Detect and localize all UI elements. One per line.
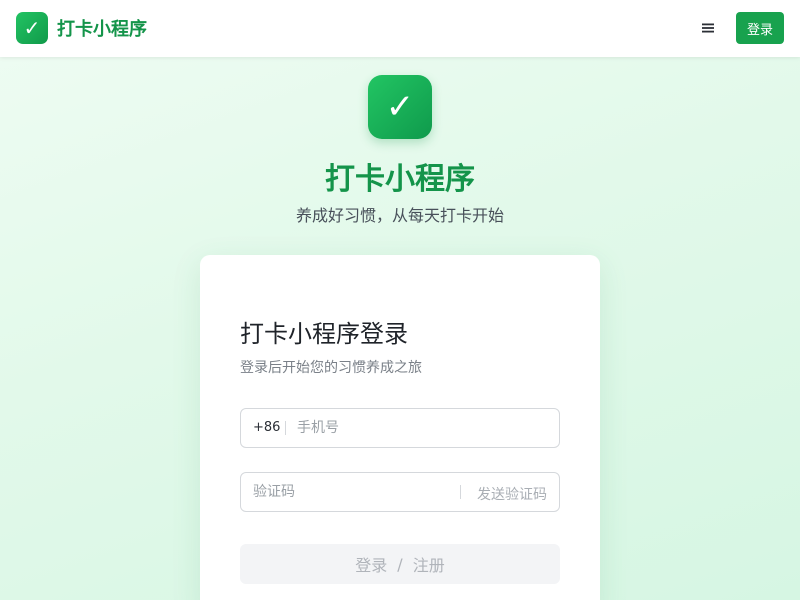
brand[interactable]: ✓ 打卡小程序: [16, 12, 147, 44]
country-code-prefix[interactable]: +86: [253, 420, 280, 435]
submit-separator: /: [397, 554, 403, 574]
phone-field[interactable]: +86: [240, 408, 560, 448]
login-register-button[interactable]: 登录 / 注册: [240, 544, 560, 584]
verification-code-input[interactable]: [253, 482, 443, 502]
header-login-button[interactable]: 登录: [736, 12, 784, 44]
login-card: 打卡小程序登录 登录后开始您的习惯养成之旅 +86 发送验证码 登录 / 注册: [200, 255, 600, 600]
phone-input[interactable]: [297, 418, 547, 438]
hero-checkmark-logo-icon: ✓: [368, 75, 432, 139]
checkmark-logo-icon: ✓: [16, 12, 48, 44]
hero-title: 打卡小程序: [325, 162, 475, 197]
verification-code-field[interactable]: 发送验证码: [240, 472, 560, 512]
top-navbar: ✓ 打卡小程序 登录: [0, 0, 800, 57]
code-divider: [460, 485, 461, 499]
login-card-description: 登录后开始您的习惯养成之旅: [240, 360, 422, 376]
menu-icon[interactable]: [696, 16, 720, 40]
hero-subtitle: 养成好习惯，从每天打卡开始: [295, 206, 504, 225]
phone-divider: [285, 421, 286, 435]
submit-login-label: 登录: [355, 556, 388, 575]
send-code-button[interactable]: 发送验证码: [477, 484, 547, 504]
submit-register-label: 注册: [412, 556, 445, 575]
login-card-title: 打卡小程序登录: [240, 320, 408, 348]
app-name: 打卡小程序: [57, 19, 147, 40]
